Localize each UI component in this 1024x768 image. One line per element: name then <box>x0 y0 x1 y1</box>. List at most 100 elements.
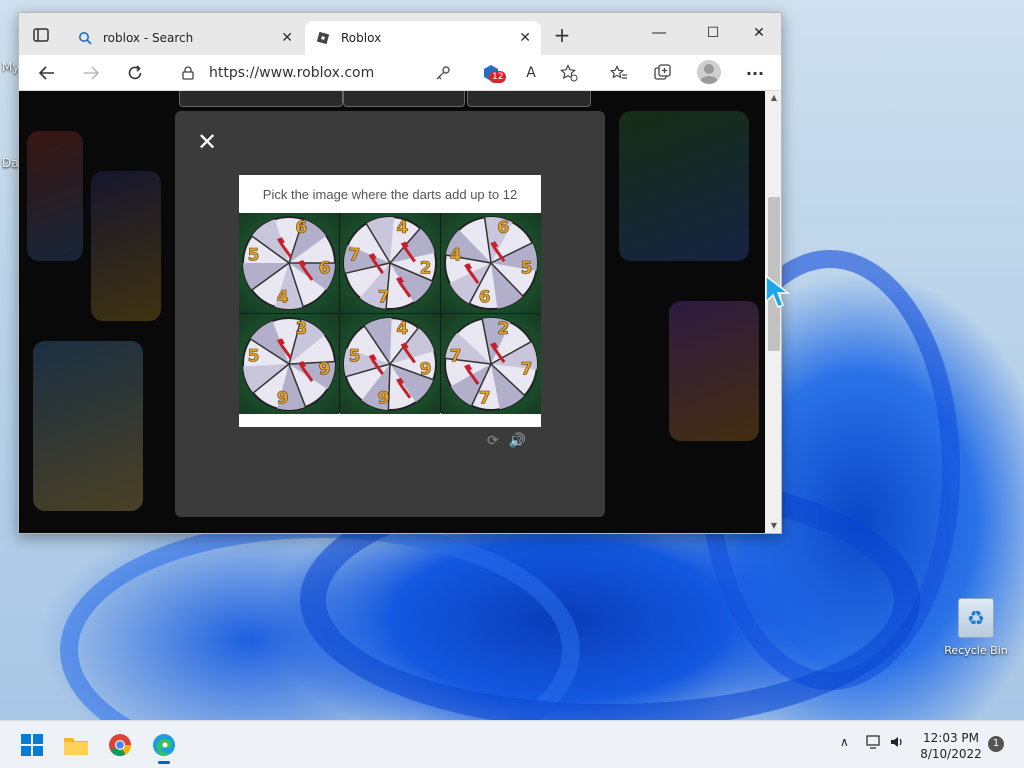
notification-badge[interactable]: 1 <box>988 736 1004 752</box>
page-viewport: ✕ Pick the image where the darts add up … <box>19 91 765 533</box>
dartboard-image: 4 7 2 7 <box>343 216 437 310</box>
dart-number: 6 <box>479 288 491 308</box>
profile-avatar[interactable] <box>697 60 721 84</box>
start-button[interactable] <box>16 729 48 761</box>
search-icon <box>77 30 93 46</box>
forward-icon[interactable] <box>79 61 103 85</box>
chrome-icon[interactable] <box>104 729 136 761</box>
dartboard-image: 4 5 9 9 <box>343 317 437 411</box>
read-aloud-icon[interactable]: A <box>519 61 543 85</box>
speaker-icon[interactable]: 🔊 <box>509 433 526 449</box>
extension-badge: 12 <box>489 71 507 83</box>
close-icon[interactable]: ✕ <box>195 130 219 155</box>
page-scrollbar[interactable]: ▲ ▼ <box>765 91 781 533</box>
tab-actions-icon[interactable] <box>27 23 55 47</box>
recycle-bin-icon: ♻ <box>958 598 994 638</box>
dart-number: 5 <box>248 246 260 266</box>
browser-toolbar: https://www.roblox.com 12 A ··· <box>19 55 781 91</box>
captcha-tile[interactable]: 3 5 9 9 <box>239 314 339 414</box>
favorites-icon[interactable] <box>607 61 631 85</box>
desktop-icon-label[interactable]: Da <box>2 156 19 170</box>
dartboard-image: 6 5 6 4 <box>242 216 336 310</box>
dart-number: 5 <box>521 258 533 278</box>
birthday-month-select[interactable] <box>179 91 343 107</box>
captcha-prompt: Pick the image where the darts add up to… <box>262 186 518 202</box>
dart-number: 7 <box>479 389 491 409</box>
clock-date: 8/10/2022 <box>920 747 982 761</box>
scroll-up-icon[interactable]: ▲ <box>768 93 780 105</box>
collections-icon[interactable] <box>651 61 675 85</box>
lock-icon <box>181 65 195 81</box>
dart-number: 3 <box>295 319 307 339</box>
volume-icon[interactable] <box>890 735 906 752</box>
dart-number: 9 <box>277 389 289 409</box>
refresh-icon[interactable]: ⟳ <box>487 433 499 449</box>
browser-window: roblox - Search ✕ Roblox ✕ + ― ☐ ✕ https… <box>18 12 782 534</box>
captcha-tile[interactable]: 6 5 6 4 <box>239 213 339 313</box>
address-url: https://www.roblox.com <box>209 65 375 81</box>
captcha-tools: ⟳ 🔊 <box>487 433 526 449</box>
dart-number: 6 <box>295 218 307 238</box>
dart-number: 4 <box>396 218 408 238</box>
show-hidden-icons-icon[interactable]: ∧ <box>840 735 849 749</box>
dart-number: 7 <box>378 288 390 308</box>
tab-bar: roblox - Search ✕ Roblox ✕ + ― ☐ ✕ <box>19 13 781 55</box>
key-icon[interactable] <box>431 61 455 85</box>
captcha-tile[interactable]: 4 5 9 9 <box>340 314 440 414</box>
dart-number: 5 <box>349 347 361 367</box>
dart-number: 7 <box>349 246 361 266</box>
tab-label: Roblox <box>341 31 382 45</box>
dart-number: 6 <box>319 258 331 278</box>
dart-number: 5 <box>248 347 260 367</box>
back-icon[interactable] <box>35 61 59 85</box>
close-tab-icon[interactable]: ✕ <box>281 30 293 46</box>
dart-number: 4 <box>277 288 289 308</box>
roblox-logo-icon <box>315 30 331 46</box>
dart-number: 9 <box>420 359 432 379</box>
close-tab-icon[interactable]: ✕ <box>519 30 531 46</box>
system-clock[interactable]: 12:03 PM 8/10/2022 <box>916 730 986 762</box>
refresh-icon[interactable] <box>123 61 147 85</box>
tab-roblox-search[interactable]: roblox - Search ✕ <box>67 21 303 55</box>
tab-label: roblox - Search <box>103 31 194 45</box>
dart-number: 2 <box>420 258 432 278</box>
maximize-icon[interactable]: ☐ <box>693 21 733 45</box>
dart-number: 4 <box>450 246 462 266</box>
recycle-bin[interactable]: ♻ Recycle Bin <box>940 598 1012 657</box>
taskbar: ∧ 12:03 PM 8/10/2022 1 <box>0 720 1024 768</box>
captcha-tile[interactable]: 2777 <box>441 314 541 414</box>
dart-number: 2 <box>497 319 509 339</box>
dartboard-image: 3 5 9 9 <box>242 317 336 411</box>
dart-number: 9 <box>378 389 390 409</box>
scroll-down-icon[interactable]: ▼ <box>768 521 780 533</box>
dart-number: 4 <box>396 319 408 339</box>
edge-icon[interactable] <box>148 729 180 764</box>
extension-icon[interactable]: 12 <box>479 61 507 85</box>
more-options-icon[interactable]: ··· <box>743 61 767 85</box>
captcha-tile[interactable]: 6456 <box>441 213 541 313</box>
dartboard-image: 6456 <box>444 216 538 310</box>
captcha-grid: 656447276456359945992777 <box>239 213 541 414</box>
clock-time: 12:03 PM <box>923 731 979 745</box>
dart-number: 9 <box>319 359 331 379</box>
birthday-year-select[interactable] <box>467 91 591 107</box>
close-window-icon[interactable]: ✕ <box>739 21 779 45</box>
minimize-icon[interactable]: ― <box>639 21 679 45</box>
mouse-cursor-icon <box>765 274 790 308</box>
captcha-tile[interactable]: 4 7 2 7 <box>340 213 440 313</box>
birthday-day-select[interactable] <box>343 91 465 107</box>
captcha-modal: ✕ Pick the image where the darts add up … <box>175 111 605 517</box>
add-favorite-icon[interactable] <box>557 61 581 85</box>
tab-roblox[interactable]: Roblox ✕ <box>305 21 541 55</box>
file-explorer-icon[interactable] <box>60 729 92 761</box>
dart-number: 7 <box>450 347 462 367</box>
desktop-icon-label[interactable]: My <box>2 60 19 74</box>
dart-number: 6 <box>497 218 509 238</box>
network-icon[interactable] <box>866 735 882 752</box>
recycle-bin-label: Recycle Bin <box>944 644 1008 657</box>
dartboard-image: 2777 <box>444 317 538 411</box>
dart-number: 7 <box>521 359 533 379</box>
windows-logo-icon <box>21 734 43 756</box>
new-tab-button[interactable]: + <box>551 25 573 47</box>
captcha-challenge: Pick the image where the darts add up to… <box>239 175 541 427</box>
